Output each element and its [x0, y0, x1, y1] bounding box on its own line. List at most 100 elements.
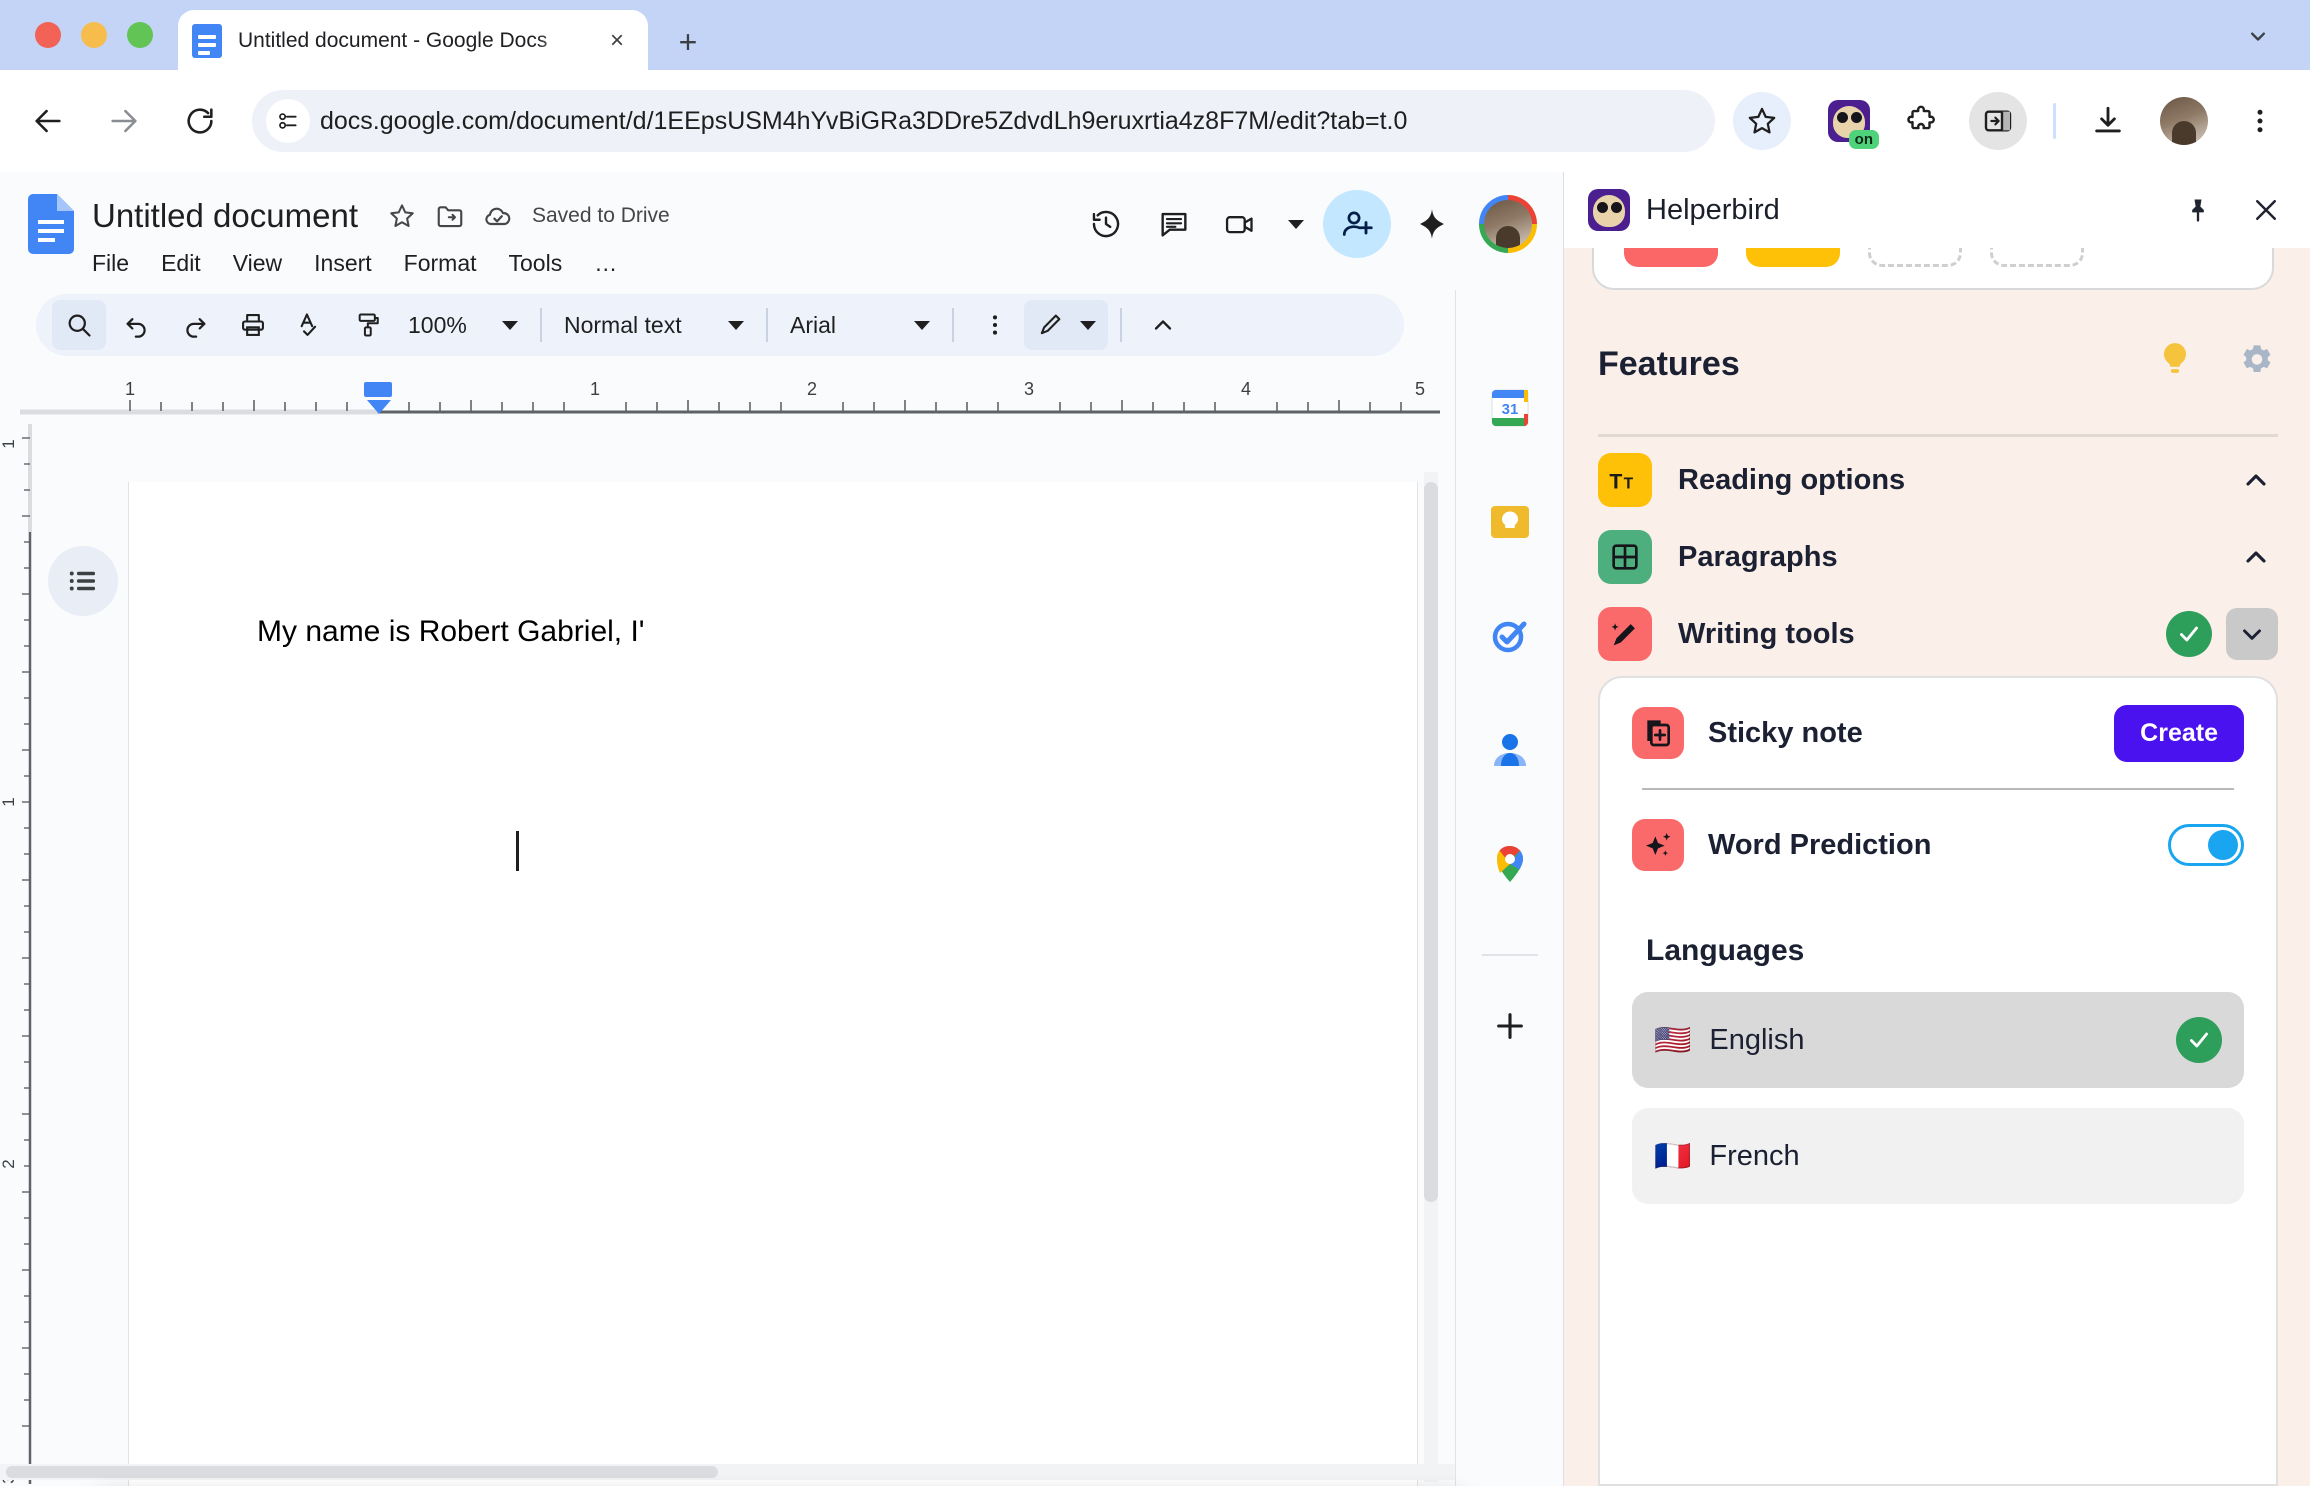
word-prediction-row[interactable]: Word Prediction [1632, 790, 2244, 900]
tab-title: Untitled document - Google Docs [238, 29, 548, 52]
maximize-window-button[interactable] [127, 22, 153, 48]
feature-row-writing-tools[interactable]: Writing tools [1598, 602, 2278, 666]
spellcheck-icon[interactable] [284, 300, 338, 350]
svg-text:2: 2 [0, 1159, 18, 1168]
site-info-icon[interactable] [266, 99, 310, 143]
collapse-toolbar-icon[interactable] [1136, 300, 1190, 350]
close-tab-button[interactable]: × [600, 24, 634, 58]
comment-icon[interactable] [1143, 193, 1205, 255]
account-avatar[interactable] [1479, 195, 1537, 253]
feature-row-reading-options[interactable]: TT Reading options [1598, 448, 2278, 512]
save-status-label: Saved to Drive [531, 204, 670, 227]
color-swatch-red[interactable] [1624, 248, 1718, 267]
document-title-row: Untitled document Saved to Drive [92, 194, 670, 238]
document-horizontal-scrollbar[interactable] [6, 1466, 718, 1478]
add-apps-icon[interactable] [1486, 1002, 1534, 1050]
zoom-level-selector[interactable]: 100% [398, 300, 528, 350]
bookmark-star-icon[interactable] [1733, 92, 1791, 150]
browser-menu-icon[interactable] [2234, 95, 2286, 147]
downloads-icon[interactable] [2082, 95, 2134, 147]
chevron-down-icon[interactable] [2236, 14, 2280, 58]
star-icon[interactable] [380, 194, 424, 238]
docs-toolbar: 100% Normal text Arial [36, 294, 1404, 356]
chevron-up-icon[interactable] [2234, 535, 2278, 579]
close-window-button[interactable] [35, 22, 61, 48]
gemini-sparkle-icon[interactable] [1401, 193, 1463, 255]
language-label: French [1709, 1139, 1800, 1172]
search-icon[interactable] [52, 300, 106, 350]
chevron-down-icon[interactable] [2226, 608, 2278, 660]
menu-file[interactable]: File [92, 246, 145, 281]
helperbird-side-panel: Helperbird Features T T Reading options … [1563, 172, 2310, 1486]
language-item-english[interactable]: 🇺🇸 English [1632, 992, 2244, 1088]
page-title[interactable]: Untitled document [92, 197, 358, 235]
menu-view[interactable]: View [217, 246, 298, 281]
undo-icon[interactable] [110, 300, 164, 350]
more-options-icon[interactable] [968, 300, 1022, 350]
language-selected-check-icon [2176, 1017, 2222, 1063]
forward-arrow-icon[interactable] [98, 95, 150, 147]
reload-icon[interactable] [174, 95, 226, 147]
editing-mode-selector[interactable] [1024, 300, 1108, 350]
helperbird-title: Helperbird [1646, 193, 1780, 226]
close-icon[interactable] [2245, 189, 2287, 231]
document-page[interactable]: My name is Robert Gabriel, I' [128, 482, 1418, 1486]
google-maps-icon[interactable] [1486, 840, 1534, 888]
google-docs-logo[interactable] [28, 194, 74, 254]
word-prediction-toggle[interactable] [2168, 824, 2244, 866]
color-swatch-empty[interactable] [1990, 248, 2084, 267]
paragraph-style-selector[interactable]: Normal text [554, 300, 754, 350]
menu-edit[interactable]: Edit [145, 246, 217, 281]
google-calendar-icon[interactable]: 31 [1486, 384, 1534, 432]
color-swatch-empty[interactable] [1868, 248, 1962, 267]
document-outline-button[interactable] [48, 546, 118, 616]
browser-tab[interactable]: Untitled document - Google Docs × [178, 10, 648, 72]
google-contacts-icon[interactable] [1486, 726, 1534, 774]
language-item-french[interactable]: 🇫🇷 French [1632, 1108, 2244, 1204]
version-history-icon[interactable] [1075, 193, 1137, 255]
meet-dropdown-caret-icon[interactable] [1279, 193, 1313, 255]
svg-text:1: 1 [590, 380, 600, 399]
feature-row-actions [2234, 535, 2278, 579]
sticky-note-icon [1632, 707, 1684, 759]
menu-format[interactable]: Format [388, 246, 493, 281]
menu-tools[interactable]: Tools [493, 246, 579, 281]
font-selector[interactable]: Arial [780, 300, 940, 350]
extensions-puzzle-icon[interactable] [1897, 97, 1945, 145]
meet-video-icon[interactable] [1211, 193, 1273, 255]
pin-icon[interactable] [2177, 189, 2219, 231]
color-swatch-yellow[interactable] [1746, 248, 1840, 267]
settings-gear-icon[interactable] [2236, 341, 2278, 388]
address-bar[interactable]: docs.google.com/document/d/1EEpsUSM4hYvB… [252, 90, 1715, 152]
feature-enabled-check-icon[interactable] [2166, 611, 2212, 657]
move-to-folder-icon[interactable] [428, 194, 472, 238]
helperbird-extension-icon[interactable]: on [1825, 97, 1879, 149]
google-keep-icon[interactable] [1486, 498, 1534, 546]
minimize-window-button[interactable] [81, 22, 107, 48]
browser-profile-avatar[interactable] [2160, 97, 2208, 145]
chevron-down-icon [502, 320, 518, 330]
share-button[interactable] [1323, 190, 1391, 258]
document-vertical-scrollbar[interactable] [1424, 482, 1438, 1202]
google-tasks-icon[interactable] [1486, 612, 1534, 660]
new-tab-button[interactable]: + [668, 22, 708, 62]
menu-more[interactable]: … [578, 246, 633, 281]
feature-row-paragraphs[interactable]: Paragraphs [1598, 525, 2278, 589]
paint-format-icon[interactable] [342, 300, 396, 350]
chevron-up-icon[interactable] [2234, 458, 2278, 502]
feature-label: Paragraphs [1678, 540, 1838, 573]
back-arrow-icon[interactable] [22, 95, 74, 147]
lightbulb-icon[interactable] [2156, 340, 2194, 389]
create-sticky-note-button[interactable]: Create [2114, 704, 2244, 762]
redo-icon[interactable] [168, 300, 222, 350]
print-icon[interactable] [226, 300, 280, 350]
toolbar-divider [540, 308, 542, 342]
zoom-level-label: 100% [408, 311, 467, 338]
horizontal-ruler[interactable]: 1 1 2 3 4 5 [20, 380, 1440, 420]
side-panel-icon[interactable] [1969, 92, 2027, 150]
feature-label: Writing tools [1678, 617, 1855, 650]
menu-insert[interactable]: Insert [298, 246, 388, 281]
text-cursor [516, 831, 519, 871]
sticky-note-row[interactable]: Sticky note Create [1632, 678, 2244, 788]
document-body-text[interactable]: My name is Robert Gabriel, I' [257, 615, 645, 649]
